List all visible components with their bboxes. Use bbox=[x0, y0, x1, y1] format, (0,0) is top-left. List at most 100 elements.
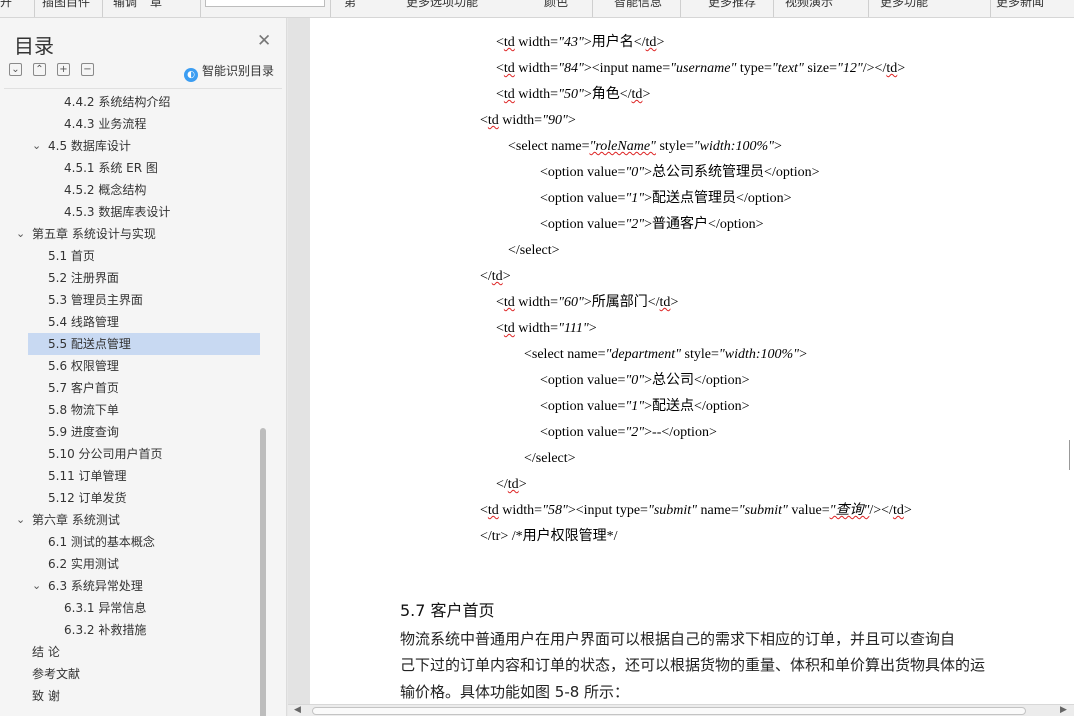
toc-item[interactable]: ⌄ 4.5 数据库设计 bbox=[28, 135, 260, 157]
toolbar-item[interactable]: 输调 bbox=[113, 0, 137, 10]
toc-item[interactable]: 5.9 进度查询 bbox=[28, 421, 260, 443]
toc-item-label: 6.3.2 补救措施 bbox=[64, 623, 147, 637]
toolbar-item[interactable]: 更多选项功能 bbox=[406, 0, 478, 10]
top-toolbar: 开 插图目件 输调 章 第 更多选项功能 颜色 智能信息 更多推荐 视频演示 更多功能 更多新闻 bbox=[0, 0, 1074, 18]
toc-item-label: 结 论 bbox=[32, 645, 60, 659]
toolbar-item[interactable]: 智能信息 bbox=[614, 0, 662, 10]
toc-item-label: 4.4.2 系统结构介绍 bbox=[64, 95, 171, 109]
toc-item[interactable]: 4.5.2 概念结构 bbox=[28, 179, 260, 201]
toc-item[interactable]: 5.11 订单管理 bbox=[28, 465, 260, 487]
toolbar-item[interactable]: 插图目件 bbox=[42, 0, 90, 10]
toc-panel: 目录 ✕ ⌄ ⌃ + − ◐ 智能识别目录 4.4.2 系统结构介绍 4.4.3 业… bbox=[0, 18, 287, 716]
toolbar-separator bbox=[990, 0, 991, 17]
toolbar-separator bbox=[330, 0, 331, 17]
toc-item-label: 6.2 实用测试 bbox=[48, 557, 119, 571]
toc-item[interactable]: 4.4.3 业务流程 bbox=[28, 113, 260, 135]
toolbar-separator bbox=[680, 0, 681, 17]
toc-item-label: 4.4.3 业务流程 bbox=[64, 117, 147, 131]
smart-toc-label: 智能识别目录 bbox=[202, 64, 275, 78]
toc-item[interactable]: 5.10 分公司用户首页 bbox=[28, 443, 260, 465]
scroll-left-icon[interactable]: ◀ bbox=[294, 705, 301, 716]
code-line: <option value="1">配送点</option> bbox=[540, 399, 750, 414]
toc-item[interactable]: ⌄ 第五章 系统设计与实现 bbox=[16, 223, 260, 245]
margin-marker bbox=[1069, 440, 1073, 470]
toolbar-separator bbox=[200, 0, 201, 17]
toolbar-separator bbox=[592, 0, 593, 17]
collapse-all-icon[interactable]: ⌄ bbox=[9, 63, 22, 76]
toc-item[interactable]: 6.2 实用测试 bbox=[28, 553, 260, 575]
toc-item-label: 第六章 系统测试 bbox=[32, 513, 120, 527]
smart-toc-button[interactable]: ◐ 智能识别目录 bbox=[184, 62, 274, 82]
toc-item-label: 6.1 测试的基本概念 bbox=[48, 535, 155, 549]
toolbar-item[interactable]: 更多推荐 bbox=[708, 0, 756, 10]
toc-item[interactable]: 6.3.1 异常信息 bbox=[28, 597, 260, 619]
section-heading: 5.7 客户首页 bbox=[400, 601, 495, 620]
toc-item[interactable]: 5.6 权限管理 bbox=[28, 355, 260, 377]
plus-icon[interactable]: + bbox=[57, 63, 70, 76]
code-line: <td width="84"><input name="username" ty… bbox=[496, 61, 906, 76]
toc-item[interactable]: 5.1 首页 bbox=[28, 245, 260, 267]
code-line: <option value="0">总公司系统管理员</option> bbox=[540, 165, 820, 180]
code-line: </tr> /*用户权限管理*/ bbox=[480, 529, 618, 544]
minus-icon[interactable]: − bbox=[81, 63, 94, 76]
code-line: <select name="roleName" style="width:100… bbox=[508, 139, 782, 154]
toc-scrollbar[interactable] bbox=[260, 428, 266, 716]
chevron-down-icon[interactable]: ⌄ bbox=[32, 135, 41, 157]
toolbar-item[interactable]: 开 bbox=[0, 0, 12, 10]
toolbar-item[interactable]: 更多新闻 bbox=[996, 0, 1044, 10]
toc-item[interactable]: 4.5.1 系统 ER 图 bbox=[28, 157, 260, 179]
code-line: <td width="50">角色</td> bbox=[496, 87, 651, 102]
toc-item-label: 5.3 管理员主界面 bbox=[48, 293, 143, 307]
toolbar-item[interactable]: 第 bbox=[344, 0, 356, 10]
close-icon[interactable]: ✕ bbox=[257, 33, 271, 50]
toc-item[interactable]: 6.3.2 补救措施 bbox=[28, 619, 260, 641]
toc-item[interactable]: ⌄ 第六章 系统测试 bbox=[16, 509, 260, 531]
toc-item[interactable]: 结 论 bbox=[28, 641, 260, 663]
code-line: </td> bbox=[496, 477, 527, 492]
toc-item-label: 5.5 配送点管理 bbox=[48, 337, 131, 351]
toc-item-label: 4.5.2 概念结构 bbox=[64, 183, 147, 197]
horizontal-scrollbar[interactable]: ◀ ▶ bbox=[288, 704, 1074, 716]
toc-item[interactable]: 5.12 订单发货 bbox=[28, 487, 260, 509]
toolbar-item[interactable]: 颜色 bbox=[544, 0, 568, 10]
toc-item[interactable]: 5.8 物流下单 bbox=[28, 399, 260, 421]
toc-item-label: 5.8 物流下单 bbox=[48, 403, 119, 417]
chevron-down-icon[interactable]: ⌄ bbox=[32, 575, 41, 597]
toolbar-item[interactable]: 章 bbox=[150, 0, 162, 10]
toc-item-label: 5.12 订单发货 bbox=[48, 491, 127, 505]
code-line: <option value="2">--</option> bbox=[540, 425, 717, 440]
code-line: </td> bbox=[480, 269, 511, 284]
toc-item[interactable]: 致 谢 bbox=[28, 685, 260, 707]
toc-item-label: 5.4 线路管理 bbox=[48, 315, 119, 329]
expand-up-icon[interactable]: ⌃ bbox=[33, 63, 46, 76]
toc-item-label: 致 谢 bbox=[32, 689, 60, 703]
toolbar-item[interactable]: 视频演示 bbox=[785, 0, 833, 10]
toc-item[interactable]: 4.5.3 数据库表设计 bbox=[28, 201, 260, 223]
toc-item[interactable]: 5.2 注册界面 bbox=[28, 267, 260, 289]
toc-item-label: 5.10 分公司用户首页 bbox=[48, 447, 163, 461]
code-line: <td width="60">所属部门</td> bbox=[496, 295, 679, 310]
toc-item[interactable]: 参考文献 bbox=[28, 663, 260, 685]
toc-title: 目录 bbox=[14, 34, 54, 58]
toc-item[interactable]: 5.7 客户首页 bbox=[28, 377, 260, 399]
toc-item[interactable]: ⌄ 6.3 系统异常处理 bbox=[28, 575, 260, 597]
font-size-input[interactable] bbox=[205, 0, 325, 7]
toc-item[interactable]: 5.5 配送点管理 bbox=[28, 333, 260, 355]
toc-item-label: 5.6 权限管理 bbox=[48, 359, 119, 373]
toc-item[interactable]: 4.4.2 系统结构介绍 bbox=[28, 91, 260, 113]
chevron-down-icon[interactable]: ⌄ bbox=[16, 223, 25, 245]
chevron-down-icon[interactable]: ⌄ bbox=[16, 509, 25, 531]
toc-item-label: 5.7 客户首页 bbox=[48, 381, 119, 395]
toolbar-separator bbox=[773, 0, 774, 17]
scrollbar-thumb[interactable] bbox=[312, 707, 1026, 715]
toc-item-label: 6.3.1 异常信息 bbox=[64, 601, 147, 615]
scroll-right-icon[interactable]: ▶ bbox=[1060, 705, 1067, 716]
code-line: <td width="58"><input type="submit" name… bbox=[480, 503, 912, 518]
toolbar-item[interactable]: 更多功能 bbox=[880, 0, 928, 10]
toc-item-label: 6.3 系统异常处理 bbox=[48, 579, 143, 593]
toc-item[interactable]: 6.1 测试的基本概念 bbox=[28, 531, 260, 553]
toc-item[interactable]: 5.3 管理员主界面 bbox=[28, 289, 260, 311]
paragraph-line: 物流系统中普通用户在用户界面可以根据自己的需求下相应的订单，并且可以查询自 bbox=[400, 630, 956, 648]
toc-item[interactable]: 5.4 线路管理 bbox=[28, 311, 260, 333]
toc-item-label: 5.11 订单管理 bbox=[48, 469, 127, 483]
